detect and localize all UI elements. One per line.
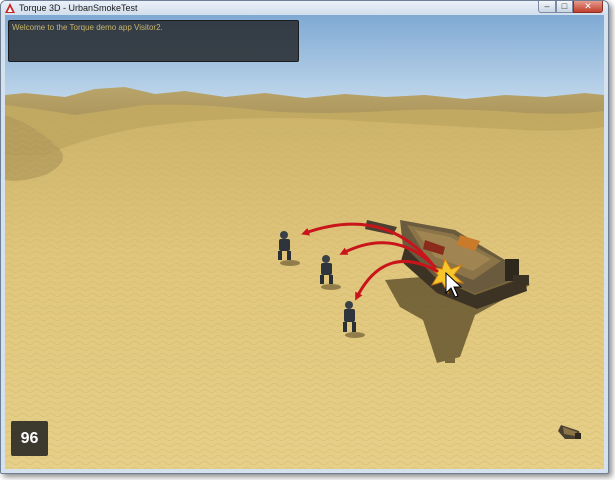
maximize-icon: □ [561, 1, 568, 11]
sand-ripples [5, 125, 604, 469]
minimize-icon: – [544, 1, 550, 11]
game-window: Torque 3D - UrbanSmokeTest – □ ✕ Welcome… [0, 0, 609, 474]
torque-logo-icon [5, 3, 15, 13]
fps-counter: 96 [11, 421, 48, 456]
title-bar[interactable]: Torque 3D - UrbanSmokeTest – □ ✕ [1, 1, 608, 15]
minimize-button[interactable]: – [538, 1, 556, 13]
maximize-button[interactable]: □ [556, 1, 573, 13]
close-button[interactable]: ✕ [573, 1, 603, 13]
desert-scene [5, 15, 604, 469]
window-title: Torque 3D - UrbanSmokeTest [19, 3, 138, 13]
console-message: Welcome to the Torque demo app Visitor2. [12, 23, 163, 32]
close-icon: ✕ [584, 1, 592, 11]
chat-console: Welcome to the Torque demo app Visitor2. [8, 20, 299, 62]
game-viewport[interactable]: Welcome to the Torque demo app Visitor2.… [5, 15, 604, 469]
